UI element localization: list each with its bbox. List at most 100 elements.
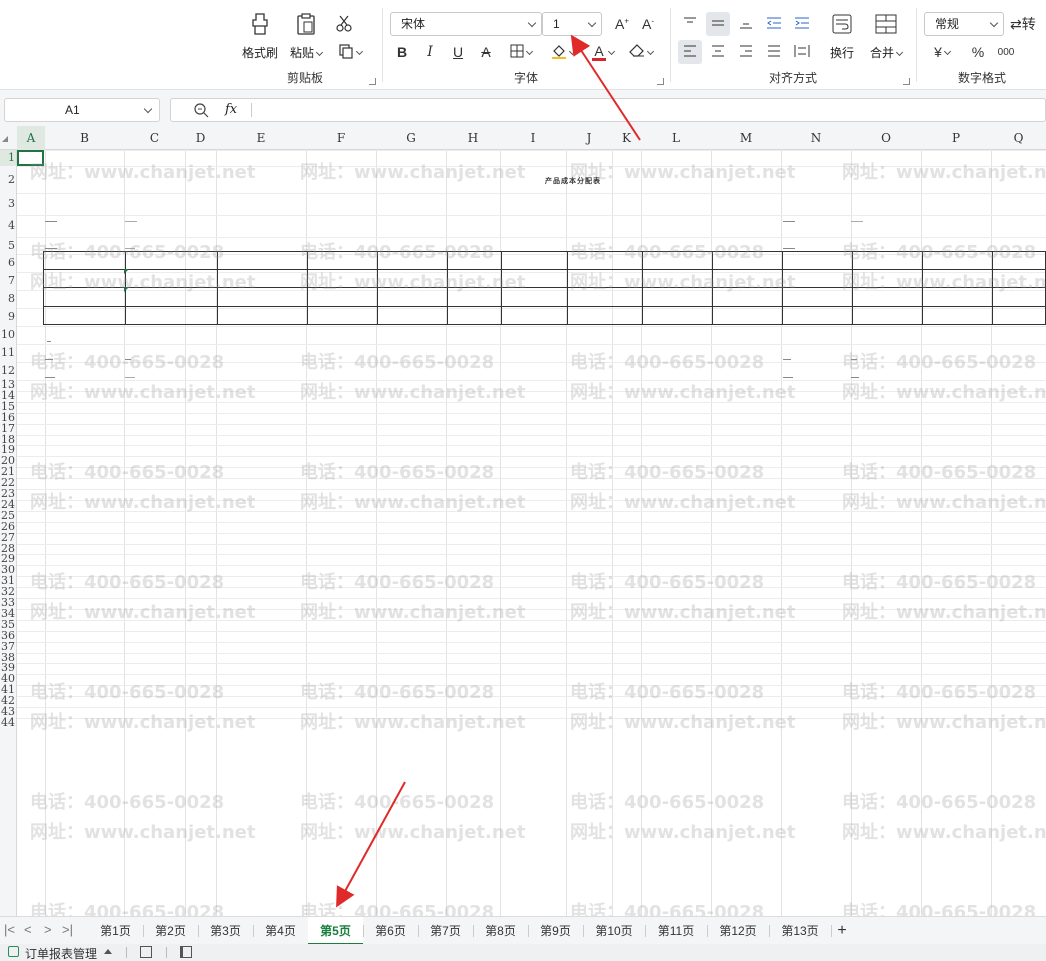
font-color-button[interactable]: A [586, 40, 620, 64]
row-header-10[interactable]: 10 [0, 326, 16, 344]
clear-format-button[interactable] [624, 40, 658, 64]
column-header-d[interactable]: D [185, 126, 216, 150]
chevron-up-icon[interactable] [104, 949, 112, 954]
workbook-name[interactable]: 订单报表管理 [25, 945, 97, 961]
column-header-l[interactable]: L [641, 126, 711, 150]
font-size-select[interactable]: 1 [542, 12, 602, 36]
zoom-search-icon[interactable] [193, 102, 209, 121]
column-header-e[interactable]: E [216, 126, 306, 150]
row-header-44[interactable]: 44 [0, 717, 16, 729]
sheet-list-icon[interactable] [180, 946, 192, 958]
italic-button[interactable]: I [418, 40, 442, 64]
row-header-7[interactable]: 7 [0, 272, 16, 290]
dialog-launcher-icon[interactable] [369, 78, 376, 85]
number-format-group-label: 数字格式 [957, 71, 1006, 85]
column-header-h[interactable]: H [446, 126, 500, 150]
column-header-a[interactable]: A [17, 126, 45, 150]
column-header-c[interactable]: C [124, 126, 185, 150]
watermark-phone: 电话：400-665-0028 [570, 352, 765, 373]
number-format-select[interactable]: 常规 [924, 12, 1004, 36]
align-middle-icon [711, 16, 725, 32]
column-header-p[interactable]: P [921, 126, 991, 150]
percent-button[interactable]: % [966, 40, 990, 64]
align-left-button[interactable] [678, 40, 702, 64]
dialog-launcher-icon[interactable] [903, 78, 910, 85]
increase-indent-button[interactable] [790, 12, 814, 36]
sheet-tab-12[interactable]: 第12页 [707, 917, 769, 945]
merge-button[interactable]: 合并 [864, 10, 908, 62]
column-header-f[interactable]: F [306, 126, 376, 150]
name-box[interactable]: A1 [4, 98, 160, 122]
copy-button[interactable] [334, 40, 366, 64]
convert-button[interactable]: ⇄ 转 [1010, 12, 1046, 36]
sheet-tab-6[interactable]: 第6页 [363, 917, 418, 945]
row-header-11[interactable]: 11 [0, 344, 16, 362]
cut-button[interactable] [332, 12, 356, 36]
watermark-phone: 电话：400-665-0028 [30, 902, 225, 916]
sheet-tab-4[interactable]: 第4页 [253, 917, 308, 945]
sheet-tab-13[interactable]: 第13页 [769, 917, 831, 945]
row-header-3[interactable]: 3 [0, 193, 16, 215]
column-header-g[interactable]: G [376, 126, 446, 150]
paste-button[interactable]: 粘贴 [284, 10, 328, 62]
align-top-button[interactable] [678, 12, 702, 36]
sheet-tab-10[interactable]: 第10页 [583, 917, 645, 945]
row-header-9[interactable]: 9 [0, 308, 16, 326]
thousands-button[interactable]: 000 [994, 40, 1018, 64]
first-sheet-icon[interactable]: |< [4, 922, 15, 937]
underline-button[interactable]: U [446, 40, 470, 64]
macro-icon[interactable] [140, 946, 152, 958]
bold-button[interactable]: B [390, 40, 414, 64]
column-header-j[interactable]: J [566, 126, 612, 150]
row-header-2[interactable]: 2 [0, 166, 16, 193]
sheet-tab-8[interactable]: 第8页 [473, 917, 528, 945]
watermark-phone: 电话：400-665-0028 [842, 572, 1037, 593]
fx-icon[interactable]: fx [225, 102, 237, 117]
select-all-icon[interactable] [2, 136, 8, 142]
sheet-tab-9[interactable]: 第9页 [528, 917, 583, 945]
decrease-indent-button[interactable] [762, 12, 786, 36]
last-sheet-icon[interactable]: >| [62, 922, 73, 937]
sheet-grid[interactable]: 产品成本分配表 电话：400-665-0028 网址：www.chanjet.ne… [17, 150, 1046, 916]
fill-color-button[interactable] [546, 40, 580, 64]
borders-button[interactable] [504, 40, 538, 64]
sheet-tab-3[interactable]: 第3页 [198, 917, 253, 945]
align-bottom-button[interactable] [734, 12, 758, 36]
decrease-font-button[interactable]: A- [636, 12, 660, 36]
column-header-n[interactable]: N [781, 126, 851, 150]
sheet-tab-11[interactable]: 第11页 [645, 917, 707, 945]
column-header-i[interactable]: I [500, 126, 566, 150]
distribute-button[interactable] [790, 40, 814, 64]
divider [126, 947, 127, 958]
row-header-5[interactable]: 5 [0, 237, 16, 254]
wrap-text-button[interactable]: 换行 [820, 10, 864, 62]
currency-button[interactable]: ¥ [926, 40, 958, 64]
sheet-tab-1[interactable]: 第1页 [88, 917, 143, 945]
justify-button[interactable] [762, 40, 786, 64]
add-sheet-button[interactable]: + [832, 917, 852, 945]
dialog-launcher-icon[interactable] [657, 78, 664, 85]
row-header-8[interactable]: 8 [0, 290, 16, 308]
increase-font-button[interactable]: A+ [610, 12, 634, 36]
sheet-tab-7[interactable]: 第7页 [418, 917, 473, 945]
formula-input[interactable]: fx [170, 98, 1046, 122]
prev-sheet-icon[interactable]: < [24, 922, 32, 937]
column-header-b[interactable]: B [45, 126, 124, 150]
align-right-button[interactable] [734, 40, 758, 64]
row-header-4[interactable]: 4 [0, 215, 16, 237]
column-header-o[interactable]: O [851, 126, 921, 150]
font-name-select[interactable]: 宋体 [390, 12, 542, 36]
row-header-6[interactable]: 6 [0, 254, 16, 272]
column-header-m[interactable]: M [711, 126, 781, 150]
sheet-tab-2[interactable]: 第2页 [143, 917, 198, 945]
strikethrough-button[interactable]: A [474, 40, 498, 64]
column-header-q[interactable]: Q [991, 126, 1046, 150]
format-painter-button[interactable]: 格式刷 [238, 10, 282, 62]
row-header-1[interactable]: 1 [0, 150, 16, 166]
column-header-k[interactable]: K [612, 126, 641, 150]
selected-cell-a1[interactable] [17, 150, 44, 166]
align-middle-button[interactable] [706, 12, 730, 36]
sheet-tab-5[interactable]: 第5页 [308, 917, 363, 945]
align-center-button[interactable] [706, 40, 730, 64]
next-sheet-icon[interactable]: > [44, 922, 52, 937]
